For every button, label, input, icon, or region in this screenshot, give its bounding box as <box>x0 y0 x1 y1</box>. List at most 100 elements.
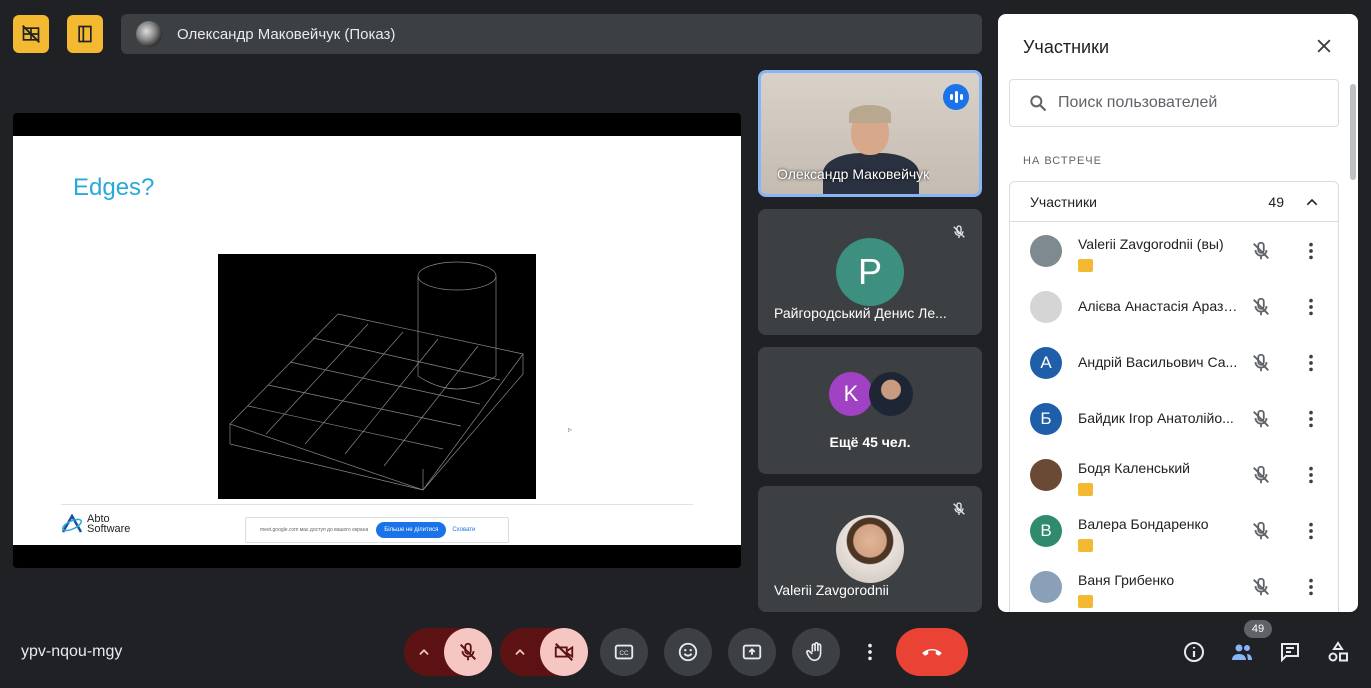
present-button[interactable] <box>728 628 776 676</box>
search-box[interactable] <box>1009 79 1339 127</box>
reactions-button[interactable] <box>664 628 712 676</box>
mic-off-icon[interactable] <box>1250 240 1272 262</box>
present-screen-icon <box>742 644 762 660</box>
hangup-icon <box>922 649 942 656</box>
more-vert-icon[interactable] <box>1300 296 1322 318</box>
group-count: 49 <box>1268 193 1284 210</box>
chevron-up-icon <box>419 649 429 655</box>
avatar: А <box>1030 347 1062 379</box>
chevron-up-icon[interactable] <box>1304 194 1320 210</box>
avatar: K <box>829 372 873 416</box>
avatar-photo <box>869 372 913 416</box>
captions-icon: CC <box>614 644 634 660</box>
raise-hand-button[interactable] <box>792 628 840 676</box>
people-icon[interactable] <box>1230 640 1254 664</box>
activities-icon[interactable] <box>1326 640 1350 664</box>
participant-name: Бодя Каленський <box>1078 460 1190 476</box>
mic-off-icon[interactable] <box>1250 520 1272 542</box>
mic-options-button[interactable] <box>404 628 444 676</box>
tile-presenter[interactable]: Олександр Маковейчук <box>758 70 982 197</box>
no-tiles-icon <box>22 25 40 43</box>
presenting-badge-icon <box>1078 483 1093 496</box>
participant-name: Байдик Ігор Анатолійо... <box>1078 410 1234 426</box>
participant-row[interactable]: Б Байдик Ігор Анатолійо... <box>1010 391 1340 447</box>
share-message: meet.google.com має доступ до вашого екр… <box>260 527 369 533</box>
close-icon[interactable] <box>1314 36 1334 56</box>
avatar <box>1030 459 1062 491</box>
chat-icon[interactable] <box>1278 640 1302 664</box>
hand-icon <box>805 642 822 662</box>
participant-row[interactable]: А Андрій Васильович Са... <box>1010 335 1340 391</box>
mic-control <box>404 628 492 676</box>
leave-call-button[interactable] <box>896 628 968 676</box>
hide-notice-button[interactable]: Сховати <box>452 527 475 533</box>
captions-button[interactable]: CC <box>600 628 648 676</box>
stop-sharing-button[interactable]: Більше не ділитися <box>376 522 447 538</box>
tile-name: Valerii Zavgorodnii <box>774 582 889 598</box>
participant-row[interactable]: Алієва Анастасія Аразі... <box>1010 279 1340 335</box>
avatar: P <box>836 238 904 306</box>
participant-name: Алієва Анастасія Аразі... <box>1078 298 1238 314</box>
search-icon <box>1030 95 1047 112</box>
abto-logo: Abto Software <box>61 514 130 535</box>
meet-window: Олександр Маковейчук (Показ) Edges? Abto… <box>0 0 1371 688</box>
participant-row[interactable]: В Валера Бондаренко <box>1010 503 1340 559</box>
tile-name: Райгородський Денис Ле... <box>774 305 947 321</box>
slide-title: Edges? <box>73 174 155 201</box>
emoji-icon <box>678 642 698 662</box>
presenter-name: Олександр Маковейчук (Показ) <box>177 25 396 43</box>
participant-row[interactable]: Ваня Грибенко <box>1010 559 1340 612</box>
camera-options-button[interactable] <box>500 628 540 676</box>
mic-off-icon[interactable] <box>1250 352 1272 374</box>
participant-name: Андрій Васильович Са... <box>1078 354 1238 370</box>
section-label: НА ВСТРЕЧЕ <box>1023 155 1102 167</box>
chevron-up-icon <box>515 649 525 655</box>
participant-name: Ваня Грибенко <box>1078 572 1175 588</box>
tile-self[interactable]: Valerii Zavgorodnii <box>758 486 982 612</box>
participant-row[interactable]: Бодя Каленський <box>1010 447 1340 503</box>
people-count-badge: 49 <box>1244 620 1272 638</box>
participant-name: Valerii Zavgorodnii (вы) <box>1078 236 1224 252</box>
tile-name: Олександр Маковейчук <box>777 166 930 182</box>
info-icon[interactable] <box>1182 640 1206 664</box>
camera-off-icon <box>554 643 574 661</box>
search-input[interactable] <box>1058 94 1318 112</box>
mic-off-icon <box>948 221 970 243</box>
panel-title: Участники <box>1023 37 1109 57</box>
camera-control <box>500 628 588 676</box>
avatar <box>1030 235 1062 267</box>
more-vert-icon[interactable] <box>1300 408 1322 430</box>
avatar: Б <box>1030 403 1062 435</box>
tile-more-participants[interactable]: K Ещё 45 чел. <box>758 347 982 474</box>
scrollbar[interactable] <box>1350 84 1356 180</box>
meeting-code: ypv-nqou-mgy <box>21 643 123 660</box>
more-vert-icon[interactable] <box>1300 464 1322 486</box>
more-vert-icon[interactable] <box>1300 520 1322 542</box>
tile-participant[interactable]: P Райгородський Денис Ле... <box>758 209 982 335</box>
participant-row[interactable]: Valerii Zavgorodnii (вы) <box>1010 223 1340 279</box>
mic-toggle-button[interactable] <box>444 628 492 676</box>
camera-toggle-button[interactable] <box>540 628 588 676</box>
presenter-avatar <box>136 21 162 47</box>
hide-tiles-button[interactable] <box>13 15 49 53</box>
mic-off-icon[interactable] <box>1250 408 1272 430</box>
presentation-stage: Edges? Abto Software meet.google.com має… <box>13 113 741 568</box>
presenter-bar[interactable]: Олександр Маковейчук (Показ) <box>121 14 982 54</box>
cursor-icon: ▹ <box>568 425 573 434</box>
more-options-button[interactable] <box>856 628 884 676</box>
participants-group-header[interactable]: Участники 49 <box>1010 182 1338 222</box>
slide-divider <box>61 504 693 505</box>
mic-off-icon[interactable] <box>1250 576 1272 598</box>
mic-off-icon[interactable] <box>1250 296 1272 318</box>
participants-group: Участники 49 Valerii Zavgorodnii (вы) Алі… <box>1009 181 1339 612</box>
more-vert-icon[interactable] <box>1300 352 1322 374</box>
more-vert-icon[interactable] <box>1300 240 1322 262</box>
sidebar-layout-button[interactable] <box>67 15 103 53</box>
presenting-badge-icon <box>1078 595 1093 608</box>
mic-off-icon[interactable] <box>1250 464 1272 486</box>
mic-off-icon <box>948 498 970 520</box>
more-vert-icon <box>868 643 872 661</box>
more-participants-label: Ещё 45 чел. <box>829 434 911 450</box>
abto-logo-icon <box>61 514 83 533</box>
more-vert-icon[interactable] <box>1300 576 1322 598</box>
